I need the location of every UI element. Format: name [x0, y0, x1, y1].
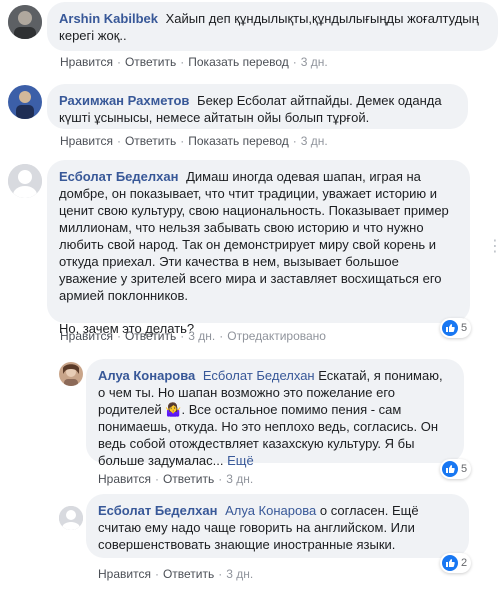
- mention-link[interactable]: Алуа Конарова: [225, 503, 316, 518]
- like-button[interactable]: Нравится: [60, 134, 113, 148]
- timestamp[interactable]: 3 дн.: [301, 55, 328, 69]
- comment-bubble: Рахимжан Рахметов Бекер Есболат айтпайды…: [47, 84, 468, 129]
- comment-author[interactable]: Есболат Беделхан: [59, 169, 178, 184]
- more-dots-icon[interactable]: ⋮: [487, 236, 503, 256]
- reaction-number: 5: [461, 463, 468, 475]
- comment-text: Димаш иногда одевая шапан, играя на домб…: [59, 169, 449, 303]
- timestamp[interactable]: 3 дн.: [226, 567, 253, 581]
- thumbs-up-icon: [442, 555, 458, 571]
- translate-button[interactable]: Показать перевод: [188, 134, 289, 148]
- comment-actions: Нравится · Ответить · Показать перевод · 3 дн.: [60, 55, 328, 69]
- comment-actions: Нравится · Ответить · 3 дн. · Отредактировано: [60, 329, 326, 343]
- like-button[interactable]: Нравится: [60, 329, 113, 343]
- reply-actions: Нравится · Ответить · 3 дн.: [98, 472, 254, 486]
- like-button[interactable]: Нравится: [98, 472, 151, 486]
- avatar-esbolat[interactable]: [8, 164, 42, 198]
- translate-button[interactable]: Показать перевод: [188, 55, 289, 69]
- avatar-alua[interactable]: [59, 362, 83, 386]
- see-more-link[interactable]: Ещё: [227, 453, 254, 468]
- like-button[interactable]: Нравится: [98, 567, 151, 581]
- reply-actions: Нравится · Ответить · 3 дн.: [98, 567, 254, 581]
- edited-label: Отредактировано: [227, 329, 326, 343]
- reply-author[interactable]: Есболат Беделхан: [98, 503, 217, 518]
- reaction-number: 2: [461, 557, 468, 569]
- avatar-arshin[interactable]: [8, 5, 42, 39]
- reply-bubble: Есболат Беделхан Алуа Конарова о согласе…: [86, 494, 469, 558]
- mention-link[interactable]: Есболат Беделхан: [203, 368, 315, 383]
- comment-actions: Нравится · Ответить · Показать перевод · 3 дн.: [60, 134, 328, 148]
- thumbs-up-icon: [442, 461, 458, 477]
- reply-text: Ескатай, я понимаю, о чем ты. Но шапан в…: [98, 368, 443, 468]
- like-button[interactable]: Нравится: [60, 55, 113, 69]
- reply-bubble: Алуа Конарова Есболат Беделхан Ескатай, …: [86, 359, 464, 468]
- reply-button[interactable]: Ответить: [163, 567, 214, 581]
- timestamp[interactable]: 3 дн.: [188, 329, 215, 343]
- comment-bubble: Есболат Беделхан Димаш иногда одевая шап…: [47, 160, 470, 336]
- comment-author[interactable]: Рахимжан Рахметов: [59, 93, 189, 108]
- avatar-esbolat-reply[interactable]: [59, 506, 83, 530]
- reaction-count[interactable]: 2: [440, 553, 472, 573]
- avatar-rakhimzhan[interactable]: [8, 85, 42, 119]
- thumbs-up-icon: [442, 320, 458, 336]
- reaction-count[interactable]: 5: [440, 318, 472, 338]
- reply-author[interactable]: Алуа Конарова: [98, 368, 195, 383]
- timestamp[interactable]: 3 дн.: [301, 134, 328, 148]
- comment-bubble: Arshin Kabilbek Хайып деп құндылықты,құн…: [47, 2, 498, 51]
- comment-author[interactable]: Arshin Kabilbek: [59, 11, 158, 26]
- reply-button[interactable]: Ответить: [125, 329, 176, 343]
- reaction-count[interactable]: 5: [440, 459, 472, 479]
- reply-button[interactable]: Ответить: [125, 55, 176, 69]
- reaction-number: 5: [461, 322, 468, 334]
- timestamp[interactable]: 3 дн.: [226, 472, 253, 486]
- reply-button[interactable]: Ответить: [163, 472, 214, 486]
- reply-button[interactable]: Ответить: [125, 134, 176, 148]
